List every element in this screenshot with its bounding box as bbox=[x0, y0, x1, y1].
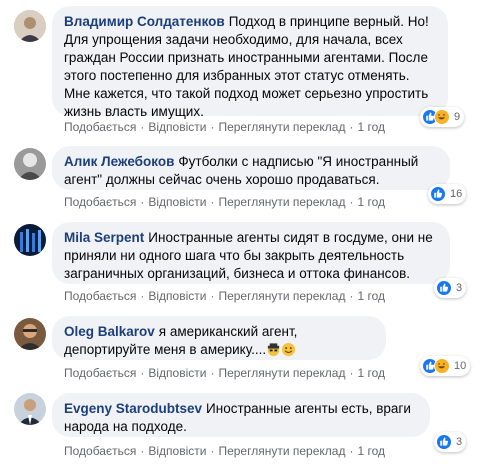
reply-link[interactable]: Відповісти bbox=[148, 120, 206, 134]
reaction-count: 10 bbox=[454, 360, 467, 372]
comment-bubble: Владимир Солдатенков Подход в принципе ве… bbox=[52, 6, 448, 119]
comment-author[interactable]: Mila Serpent bbox=[64, 230, 144, 245]
comment-bubble: Oleg Balkarov я американский агент, депор… bbox=[52, 316, 386, 360]
reply-link[interactable]: Відповісти bbox=[148, 366, 206, 380]
see-translation-link[interactable]: Переглянути переклад bbox=[218, 120, 345, 134]
see-translation-link[interactable]: Переглянути переклад bbox=[218, 289, 345, 303]
comment-author[interactable]: Алик Лежебоков bbox=[64, 154, 174, 169]
reaction-count: 3 bbox=[456, 436, 463, 448]
comment-text: Подход в принципе верный. Но! Для упроще… bbox=[64, 14, 429, 119]
like-link[interactable]: Подобається bbox=[64, 289, 136, 303]
reaction-count: 9 bbox=[454, 111, 461, 123]
timestamp[interactable]: 1 год bbox=[357, 444, 385, 458]
comment-bubble: Evgeny Starodubtsev Иностранные агенты ес… bbox=[52, 393, 430, 437]
like-link[interactable]: Подобається bbox=[64, 444, 136, 458]
like-reaction-icon bbox=[430, 186, 446, 202]
avatar[interactable] bbox=[14, 393, 46, 425]
reaction-summary[interactable]: 10 bbox=[420, 356, 471, 376]
see-translation-link[interactable]: Переглянути переклад bbox=[218, 366, 345, 380]
spy-emoji-icon bbox=[268, 343, 280, 357]
reaction-summary[interactable]: 3 bbox=[434, 432, 467, 452]
timestamp[interactable]: 1 год bbox=[357, 366, 385, 380]
avatar[interactable] bbox=[14, 224, 46, 256]
comment-author[interactable]: Evgeny Starodubtsev bbox=[64, 401, 202, 416]
comment-actions: Подобається · Відповісти · Переглянути перек… bbox=[64, 289, 386, 303]
reply-link[interactable]: Відповісти bbox=[148, 289, 206, 303]
timestamp[interactable]: 1 год bbox=[357, 195, 385, 209]
like-link[interactable]: Подобається bbox=[64, 366, 136, 380]
timestamp[interactable]: 1 год bbox=[357, 120, 385, 134]
comment-actions: Подобається · Відповісти · Переглянути перек… bbox=[64, 366, 386, 380]
reaction-count: 16 bbox=[450, 188, 463, 200]
like-link[interactable]: Подобається bbox=[64, 195, 136, 209]
like-reaction-icon bbox=[436, 434, 452, 450]
comment-bubble: Алик Лежебоков Футболки с надписью "Я ино… bbox=[52, 146, 450, 190]
comment-author[interactable]: Oleg Balkarov bbox=[64, 324, 155, 339]
reaction-summary[interactable]: 16 bbox=[428, 184, 467, 204]
haha-reaction-icon bbox=[434, 109, 450, 125]
see-translation-link[interactable]: Переглянути переклад bbox=[218, 195, 345, 209]
comment-actions: Подобається · Відповісти · Переглянути перек… bbox=[64, 444, 386, 458]
like-link[interactable]: Подобається bbox=[64, 120, 136, 134]
reply-link[interactable]: Відповісти bbox=[148, 195, 206, 209]
reaction-summary[interactable]: 9 bbox=[420, 107, 465, 127]
timestamp[interactable]: 1 год bbox=[357, 289, 385, 303]
avatar[interactable] bbox=[14, 10, 46, 42]
see-translation-link[interactable]: Переглянути переклад bbox=[218, 444, 345, 458]
avatar[interactable] bbox=[14, 148, 46, 180]
haha-reaction-icon bbox=[434, 358, 450, 374]
reaction-summary[interactable]: 3 bbox=[434, 278, 467, 298]
reply-link[interactable]: Відповісти bbox=[148, 444, 206, 458]
like-reaction-icon bbox=[436, 280, 452, 296]
reaction-count: 3 bbox=[456, 282, 463, 294]
comment-bubble: Mila Serpent Иностранные агенты сидят в г… bbox=[52, 222, 450, 284]
avatar[interactable] bbox=[14, 318, 46, 350]
comment-actions: Подобається · Відповісти · Переглянути перек… bbox=[64, 195, 386, 209]
comment-author[interactable]: Владимир Солдатенков bbox=[64, 14, 225, 29]
smile-emoji-icon bbox=[282, 342, 296, 357]
comment-actions: Подобається · Відповісти · Переглянути перек… bbox=[64, 120, 386, 134]
